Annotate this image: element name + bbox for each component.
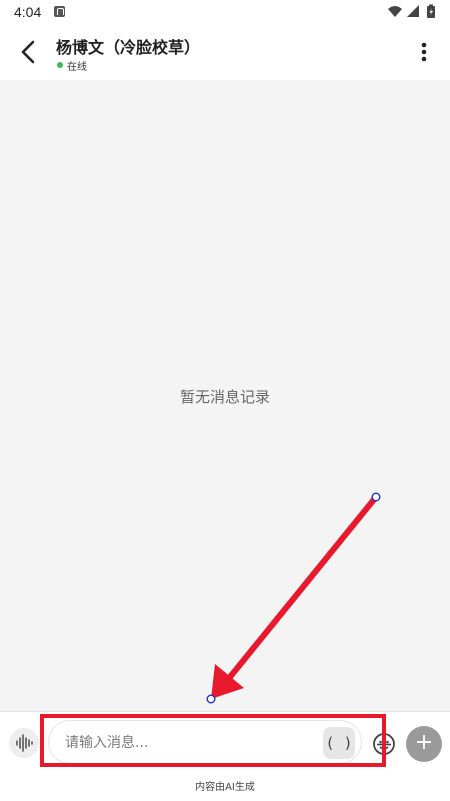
ai-generated-notice: 内容由AI生成 xyxy=(195,782,255,793)
online-status-label: 在线 xyxy=(67,61,87,73)
online-dot xyxy=(57,62,63,68)
voice-wave-icon xyxy=(16,734,33,752)
chat-header: 杨博文（冷脸校草） 在线 xyxy=(0,26,450,80)
back-arrow-icon[interactable] xyxy=(14,36,46,68)
status-bar: 4:04 xyxy=(0,0,450,26)
notification-icon xyxy=(54,6,65,17)
add-attachment-button[interactable]: + xyxy=(406,726,442,762)
voice-input-button[interactable] xyxy=(9,728,39,758)
annotation-highlight-box xyxy=(40,714,386,767)
battery-icon xyxy=(427,4,435,18)
online-status: 在线 xyxy=(57,59,87,73)
message-list: 暂无消息记录 xyxy=(0,80,450,711)
system-status-icons xyxy=(388,4,435,18)
contact-name: 杨博文（冷脸校草） xyxy=(56,38,201,57)
signal-icon xyxy=(407,5,419,17)
more-vertical-icon[interactable] xyxy=(412,38,436,66)
empty-state-text: 暂无消息记录 xyxy=(179,388,270,406)
status-time: 4:04 xyxy=(14,4,42,20)
wifi-icon xyxy=(388,6,402,17)
